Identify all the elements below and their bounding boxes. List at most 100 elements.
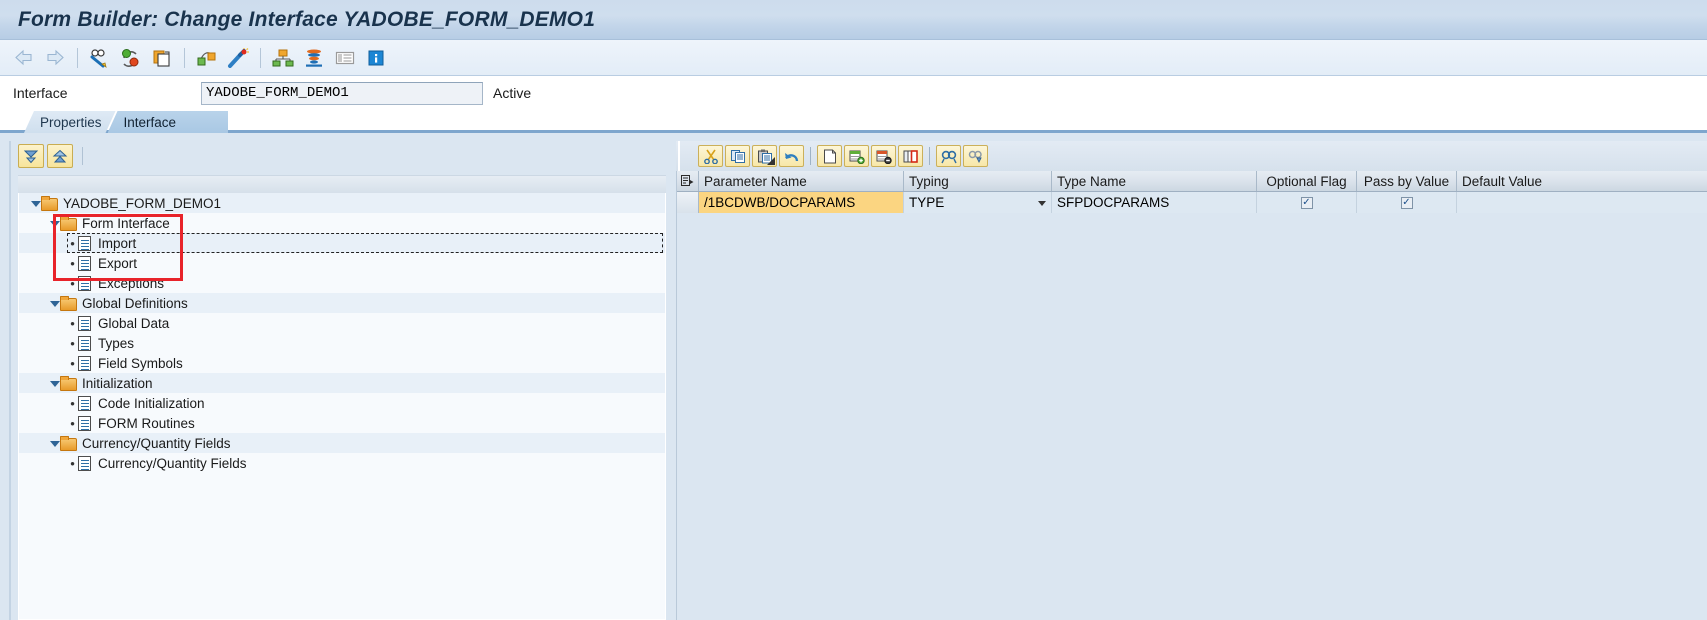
type-name-cell[interactable]: SFPDOCPARAMS — [1052, 192, 1257, 213]
table-toolbar-separator-1 — [810, 147, 811, 165]
sap-form-builder-window: Form Builder: Change Interface YADOBE_FO… — [0, 0, 1707, 620]
collapse-all-icon[interactable] — [47, 144, 73, 168]
tree-node-field-symbols[interactable]: • Field Symbols — [19, 353, 665, 373]
cut-icon[interactable] — [698, 145, 723, 167]
tree-column-header — [18, 175, 666, 193]
tree-toolbar-separator — [82, 147, 83, 165]
tree-node-label: Initialization — [82, 375, 153, 391]
bullet-icon: • — [70, 455, 75, 471]
tree-node-types[interactable]: • Types — [19, 333, 665, 353]
table-icon[interactable] — [331, 45, 359, 71]
document-icon — [78, 275, 91, 291]
bullet-icon: • — [70, 395, 75, 411]
tree-toolbar — [10, 141, 666, 171]
tree-body: YADOBE_FORM_DEMO1 Form Interface • Impor… — [18, 193, 666, 620]
optional-flag-checkbox[interactable]: ✓ — [1300, 196, 1313, 209]
typing-value: TYPE — [909, 195, 945, 210]
tree-node-global-definitions[interactable]: Global Definitions — [19, 293, 665, 313]
tab-interface[interactable]: Interface — [107, 111, 229, 133]
bullet-icon: • — [70, 335, 75, 351]
grid-header-row: Parameter Name Typing Type Name Optional… — [677, 171, 1707, 192]
insert-row-icon[interactable] — [844, 145, 869, 167]
pass-by-value-cell[interactable]: ✓ — [1357, 192, 1457, 213]
tree-node-import[interactable]: • Import — [19, 233, 665, 253]
display-change-icon[interactable] — [86, 45, 114, 71]
new-row-icon[interactable] — [817, 145, 842, 167]
tree-node-label: FORM Routines — [98, 415, 195, 431]
chevron-down-icon[interactable] — [49, 378, 60, 389]
folder-icon — [60, 295, 77, 311]
tree-node-label: Export — [98, 255, 138, 271]
chevron-down-icon[interactable] — [1038, 200, 1046, 206]
folder-icon — [60, 215, 77, 231]
find-icon[interactable] — [936, 145, 961, 167]
copy-icon[interactable] — [148, 45, 176, 71]
expand-all-icon[interactable] — [18, 144, 44, 168]
tree-node-exceptions[interactable]: • Exceptions — [19, 273, 665, 293]
default-value-cell[interactable] — [1457, 192, 1707, 213]
bullet-icon: • — [70, 415, 75, 431]
document-icon — [78, 395, 91, 411]
row-selector-header[interactable] — [677, 171, 699, 191]
hierarchy-icon[interactable] — [269, 45, 297, 71]
interface-name-input[interactable] — [201, 81, 483, 105]
tree-node-label: Types — [98, 335, 135, 351]
typing-header[interactable]: Typing — [904, 171, 1052, 191]
tree-node-root[interactable]: YADOBE_FORM_DEMO1 — [19, 193, 665, 213]
table-row[interactable]: /1BCDWB/DOCPARAMS TYPE SFPDOCPARAMS ✓ ✓ — [677, 192, 1707, 213]
delete-column-icon[interactable] — [898, 145, 923, 167]
undo-icon[interactable] — [779, 145, 804, 167]
tree-node-global-data[interactable]: • Global Data — [19, 313, 665, 333]
row-selector-cell[interactable] — [677, 192, 699, 213]
interface-label: Interface — [13, 85, 68, 101]
layout-icon[interactable] — [193, 45, 221, 71]
tree-node-code-initialization[interactable]: • Code Initialization — [19, 393, 665, 413]
bullet-icon: • — [70, 355, 75, 371]
back-arrow-icon[interactable] — [10, 45, 38, 71]
forward-arrow-icon[interactable] — [41, 45, 69, 71]
window-title-bar: Form Builder: Change Interface YADOBE_FO… — [0, 0, 1707, 40]
document-icon — [78, 415, 91, 431]
tree-node-label: Form Interface — [82, 215, 170, 231]
pass-by-value-header[interactable]: Pass by Value — [1357, 171, 1457, 191]
stack-icon[interactable] — [300, 45, 328, 71]
tree-node-export[interactable]: • Export — [19, 253, 665, 273]
default-value-header[interactable]: Default Value — [1457, 171, 1707, 191]
optional-flag-cell[interactable]: ✓ — [1257, 192, 1357, 213]
tab-properties[interactable]: Properties — [24, 111, 116, 133]
parameter-name-cell[interactable]: /1BCDWB/DOCPARAMS — [699, 192, 904, 213]
tree-node-currency-quantity-fields-folder[interactable]: Currency/Quantity Fields — [19, 433, 665, 453]
document-icon — [78, 335, 91, 351]
chevron-down-icon[interactable] — [49, 298, 60, 309]
chevron-down-icon[interactable] — [49, 218, 60, 229]
info-icon[interactable] — [362, 45, 390, 71]
type-name-header[interactable]: Type Name — [1052, 171, 1257, 191]
find-next-icon[interactable] — [963, 145, 988, 167]
tree-node-currency-quantity-fields[interactable]: • Currency/Quantity Fields — [19, 453, 665, 473]
tree-node-form-routines[interactable]: • FORM Routines — [19, 413, 665, 433]
paste-icon[interactable] — [752, 145, 777, 167]
toolbar-separator-3 — [260, 47, 261, 68]
tree-pane: YADOBE_FORM_DEMO1 Form Interface • Impor… — [10, 141, 666, 620]
activate-icon[interactable] — [117, 45, 145, 71]
pass-by-value-checkbox[interactable]: ✓ — [1400, 196, 1413, 209]
bullet-icon: • — [70, 235, 75, 251]
tree-node-initialization[interactable]: Initialization — [19, 373, 665, 393]
interface-status: Active — [493, 85, 532, 101]
delete-row-icon[interactable] — [871, 145, 896, 167]
chevron-down-icon[interactable] — [30, 198, 41, 209]
document-icon — [78, 355, 91, 371]
toolbar-separator-2 — [184, 47, 185, 68]
typing-cell[interactable]: TYPE — [904, 192, 1052, 213]
folder-icon — [60, 435, 77, 451]
optional-flag-header[interactable]: Optional Flag — [1257, 171, 1357, 191]
tree-node-form-interface[interactable]: Form Interface — [19, 213, 665, 233]
test-icon[interactable] — [224, 45, 252, 71]
chevron-down-icon[interactable] — [49, 438, 60, 449]
bullet-icon: • — [70, 315, 75, 331]
tree-node-label: Currency/Quantity Fields — [82, 435, 231, 451]
tree-node-label: Exceptions — [98, 275, 165, 291]
copy-icon[interactable] — [725, 145, 750, 167]
tree-node-label: YADOBE_FORM_DEMO1 — [63, 195, 222, 211]
parameter-name-header[interactable]: Parameter Name — [699, 171, 904, 191]
